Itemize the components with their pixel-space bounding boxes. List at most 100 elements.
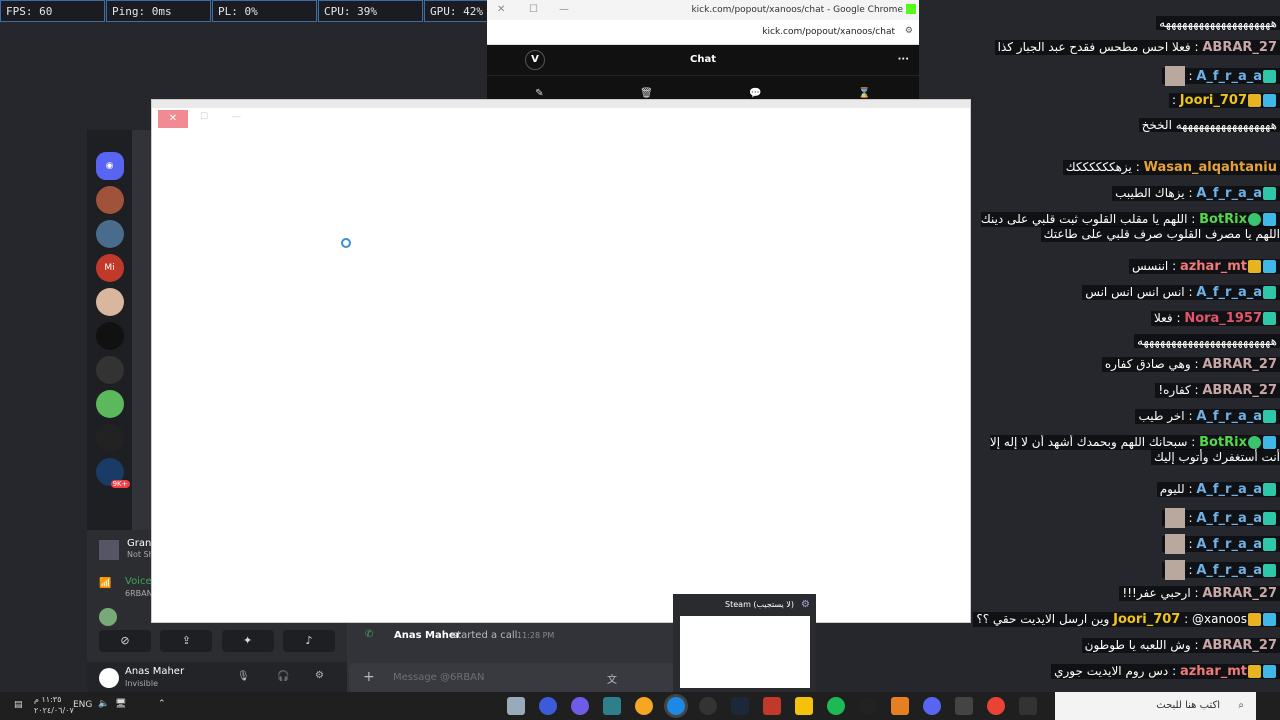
server-icon[interactable]	[95, 356, 124, 384]
app-icon[interactable]	[891, 697, 909, 715]
fps-stat: FPS: 60	[0, 0, 105, 22]
maximize-icon[interactable]: ☐	[200, 112, 208, 122]
chat-message: Joori_707 : @xanoos وين ارسل الايديت حقي…	[968, 612, 1280, 627]
server-icon[interactable]: Mi	[95, 254, 124, 282]
activities-button[interactable]: ✦	[221, 630, 274, 652]
chrome-icon[interactable]	[987, 697, 1005, 715]
trash-icon[interactable]: 🗑	[640, 88, 653, 99]
chat-text: ارحبي عفر!!!	[1122, 586, 1191, 600]
server-icon[interactable]	[95, 186, 124, 214]
volume-icon[interactable]: 🔈	[98, 699, 109, 709]
avatar[interactable]	[99, 668, 119, 688]
ping-stat: Ping: 0ms	[106, 0, 211, 22]
chat-username[interactable]: ABRAR_27	[1202, 638, 1277, 653]
server-icon[interactable]	[95, 220, 124, 248]
server-icon[interactable]: 9K+	[95, 458, 130, 488]
server-icon[interactable]	[95, 322, 124, 350]
epic-icon[interactable]	[955, 697, 973, 715]
gear-icon[interactable]: ⚙	[315, 670, 324, 681]
chat-username[interactable]: Wasan_alqahtaniu	[1144, 160, 1277, 175]
chat-text: وش اللعبه يا طوطون	[1084, 638, 1191, 652]
translate-icon[interactable]: 文	[607, 671, 617, 686]
clock-date[interactable]: ٢٠٢٤/٠٦/٠٧	[34, 706, 74, 715]
language-indicator[interactable]: ENG	[73, 700, 92, 710]
chat-username[interactable]: A_f_r_a_a	[1196, 69, 1262, 84]
badge-icon	[1248, 665, 1261, 678]
chat-username[interactable]: azhar_mt	[1180, 664, 1247, 679]
maximize-icon[interactable]: ☐	[529, 4, 538, 15]
chat-username[interactable]: A_f_r_a_a	[1196, 409, 1262, 424]
notification-icon[interactable]: ▤	[14, 700, 23, 710]
chat-username[interactable]: A_f_r_a_a	[1196, 537, 1262, 552]
chat-text: هههههههههههههههههه الخخخ	[1141, 118, 1277, 132]
clock-time[interactable]: ١١:٣٥ م	[34, 695, 61, 704]
more-icon[interactable]: ···	[898, 45, 909, 75]
app-icon[interactable]	[763, 697, 781, 715]
chat-username[interactable]: ABRAR_27	[1202, 383, 1277, 398]
app-icon[interactable]	[603, 697, 621, 715]
window-title: kick.com/popout/xanoos/chat - Google Chr…	[691, 5, 903, 15]
chat-message: A_f_r_a_a :	[968, 66, 1280, 86]
chat-message: ههههههههههههههههههههههههه	[968, 334, 1280, 348]
chat-username[interactable]: azhar_mt	[1180, 259, 1247, 274]
app-icon[interactable]	[571, 697, 589, 715]
chat-username[interactable]: Joori_707	[1113, 612, 1180, 627]
chat-username[interactable]: BotRix	[1199, 212, 1247, 227]
separator: :	[1184, 536, 1197, 551]
discord-home-icon[interactable]: ◉	[95, 152, 124, 180]
app-icon[interactable]	[699, 697, 717, 715]
pin-icon[interactable]: ✎	[535, 88, 543, 99]
chat-message: A_f_r_a_a : اخر طيب	[968, 409, 1280, 424]
screen-share-button[interactable]: ⇪	[160, 630, 213, 652]
server-icon[interactable]	[95, 288, 124, 316]
plus-icon[interactable]: +	[363, 669, 375, 685]
chat-username[interactable]: ABRAR_27	[1202, 586, 1277, 601]
call-user[interactable]: Anas Maher	[394, 630, 461, 641]
chat-username[interactable]: ABRAR_27	[1202, 40, 1277, 55]
video-off-button[interactable]: ⊘	[99, 630, 151, 652]
chat-username[interactable]: A_f_r_a_a	[1196, 563, 1262, 578]
chat-message: ABRAR_27 : فعلا احس مطحس فقدح عبد الجبار…	[968, 40, 1280, 55]
message-input[interactable]: + Message @6RBAN 文	[349, 663, 677, 693]
minimize-icon[interactable]: —	[559, 4, 569, 15]
app-icon[interactable]	[859, 697, 877, 715]
steam-preview[interactable]: Steam (لا يستجيب) ⚙	[673, 594, 816, 692]
kick-logo-icon	[906, 4, 916, 14]
separator: :	[1190, 638, 1203, 652]
headphones-icon[interactable]: 🎧	[277, 671, 289, 682]
chat-username[interactable]: A_f_r_a_a	[1196, 186, 1262, 201]
app-icon[interactable]	[539, 697, 557, 715]
chat-username[interactable]: A_f_r_a_a	[1196, 285, 1262, 300]
loading-spinner-icon	[341, 238, 351, 248]
chat-username[interactable]: Joori_707	[1180, 93, 1247, 108]
taskbar-search[interactable]: اكتب هنا للبحث ⌕	[1055, 692, 1256, 720]
edge-icon[interactable]	[667, 697, 685, 715]
hourglass-icon[interactable]: ⌛	[858, 88, 870, 99]
server-icon[interactable]	[95, 424, 124, 452]
chat-username[interactable]: A_f_r_a_a	[1196, 482, 1262, 497]
app-icon[interactable]	[635, 697, 653, 715]
chat-message: BotRix : سبحانك اللهم وبحمدك أشهد أن لا …	[968, 435, 1280, 473]
minimize-icon[interactable]: —	[232, 112, 241, 122]
file-icon[interactable]	[507, 697, 525, 715]
microphone-icon[interactable]: 🎙	[237, 671, 250, 682]
chevron-up-icon[interactable]: ⌃	[158, 699, 166, 709]
network-icon[interactable]: 🖥	[115, 699, 126, 709]
chat-username[interactable]: Nora_1957	[1184, 311, 1262, 326]
close-button[interactable]: ✕	[158, 110, 188, 128]
server-icon[interactable]	[95, 390, 124, 418]
separator: :	[1184, 285, 1197, 299]
chat-bubble-icon[interactable]: 💬	[749, 88, 761, 99]
address-bar[interactable]: kick.com/popout/xanoos/chat ⚙	[487, 20, 919, 45]
chat-username[interactable]: A_f_r_a_a	[1196, 511, 1262, 526]
close-icon[interactable]: ✕	[497, 4, 505, 15]
folder-icon[interactable]	[795, 697, 813, 715]
spotify-icon[interactable]	[827, 697, 845, 715]
task-view-icon[interactable]	[1019, 697, 1037, 715]
chat-username[interactable]: BotRix	[1199, 435, 1247, 450]
soundboard-button[interactable]: ♪	[282, 630, 335, 652]
steam-icon[interactable]	[731, 697, 749, 715]
chat-username[interactable]: ABRAR_27	[1202, 357, 1277, 372]
site-settings-icon[interactable]: ⚙	[905, 26, 913, 36]
discord-icon[interactable]	[923, 697, 941, 715]
